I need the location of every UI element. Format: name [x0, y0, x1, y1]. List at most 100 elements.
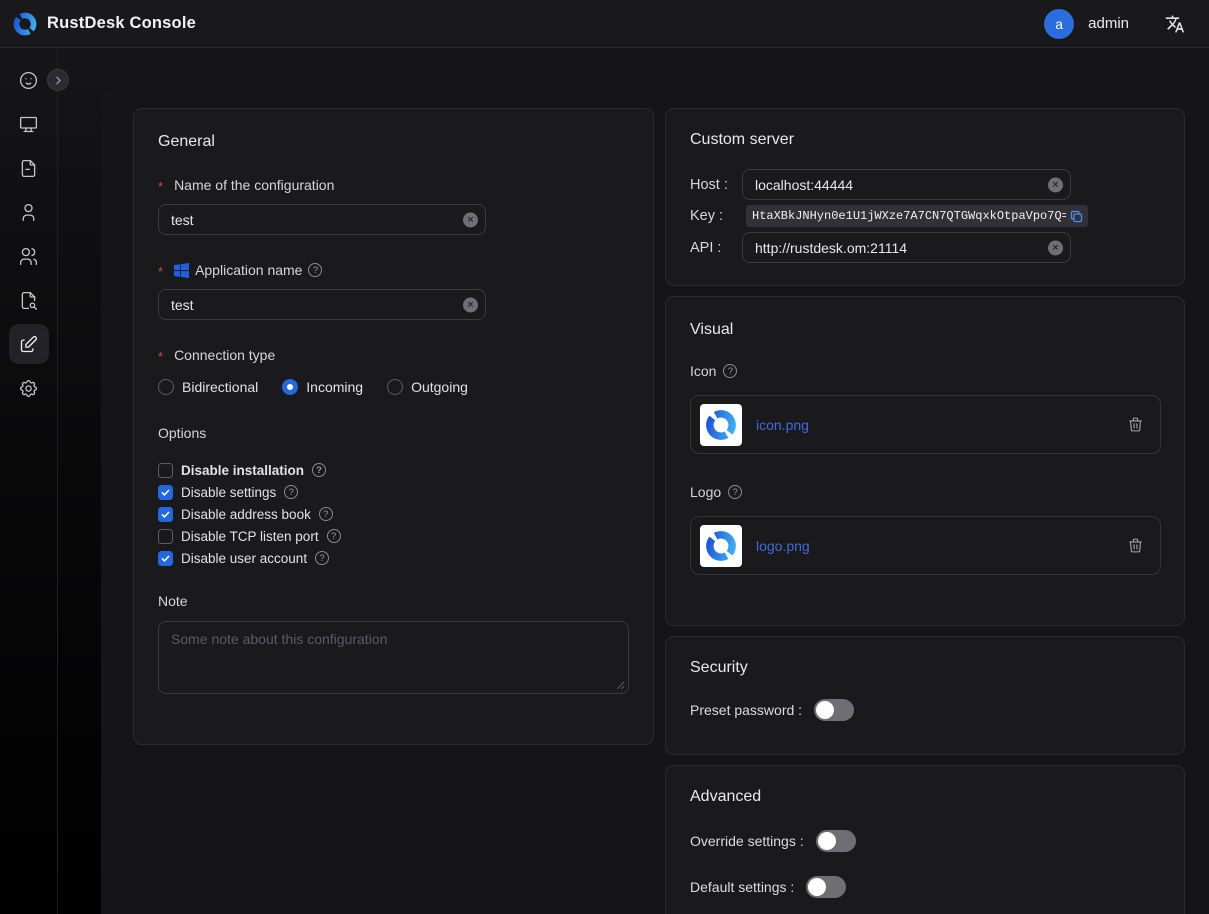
- document-search-icon: [18, 290, 39, 311]
- key-value: HtaXBkJNHyn0e1U1jWXze7A7CN7QTGWqxkOtpaVp…: [752, 209, 1066, 223]
- sidebar-collapse-button[interactable]: [47, 69, 69, 91]
- resize-grip-icon[interactable]: [616, 681, 625, 690]
- options-label: Options: [158, 425, 629, 441]
- clear-icon[interactable]: ✕: [463, 212, 478, 227]
- help-icon[interactable]: ?: [723, 364, 737, 378]
- general-card: General Name of the configuration ✕ Appl…: [133, 108, 654, 745]
- key-row: Key : HtaXBkJNHyn0e1U1jWXze7A7CN7QTGWqxk…: [690, 205, 1160, 227]
- visual-title: Visual: [690, 321, 1160, 339]
- rustdesk-logo-icon: [12, 11, 38, 37]
- toggle-knob: [808, 878, 826, 896]
- api-row: API : ✕: [690, 232, 1160, 263]
- checkbox-icon: [158, 551, 173, 566]
- help-icon[interactable]: ?: [728, 485, 742, 499]
- checkbox-disable-settings[interactable]: Disable settings ?: [158, 481, 629, 503]
- checkbox-label: Disable TCP listen port: [181, 529, 319, 544]
- default-settings-row: Default settings :: [690, 876, 1160, 898]
- checkbox-disable-address-book[interactable]: Disable address book ?: [158, 503, 629, 525]
- radio-label: Outgoing: [411, 379, 468, 395]
- api-label: API :: [690, 240, 742, 256]
- help-icon[interactable]: ?: [284, 485, 298, 499]
- sidebar-item-monitor[interactable]: [9, 104, 49, 144]
- logo-file-link[interactable]: logo.png: [756, 538, 810, 554]
- api-field: ✕: [742, 232, 1071, 263]
- logo-label-row: Logo ?: [690, 484, 1160, 500]
- key-field: HtaXBkJNHyn0e1U1jWXze7A7CN7QTGWqxkOtpaVp…: [746, 205, 1088, 227]
- host-row: Host : ✕: [690, 169, 1160, 200]
- toggle-knob: [818, 832, 836, 850]
- override-settings-row: Override settings :: [690, 830, 1160, 852]
- sidebar-item-document[interactable]: [9, 148, 49, 188]
- config-name-label: Name of the configuration: [158, 177, 629, 193]
- advanced-title: Advanced: [690, 788, 1160, 806]
- brand: RustDesk Console: [12, 11, 196, 37]
- sidebar-item-users[interactable]: [9, 236, 49, 276]
- top-bar: RustDesk Console a admin: [0, 0, 1209, 48]
- note-label: Note: [158, 593, 629, 609]
- radio-label: Bidirectional: [182, 379, 258, 395]
- trash-icon[interactable]: [1127, 416, 1144, 433]
- trash-icon[interactable]: [1127, 537, 1144, 554]
- custom-server-title: Custom server: [690, 131, 1160, 149]
- default-settings-label: Default settings :: [690, 879, 794, 895]
- help-icon[interactable]: ?: [327, 529, 341, 543]
- radio-outgoing[interactable]: Outgoing: [387, 379, 468, 395]
- host-field: ✕: [742, 169, 1071, 200]
- help-icon[interactable]: ?: [312, 463, 326, 477]
- sidebar-item-document-search[interactable]: [9, 280, 49, 320]
- radio-incoming[interactable]: Incoming: [282, 379, 363, 395]
- checkbox-disable-user-account[interactable]: Disable user account ?: [158, 547, 629, 569]
- override-settings-label: Override settings :: [690, 833, 804, 849]
- api-input[interactable]: [742, 232, 1071, 263]
- logo-thumbnail: [700, 525, 742, 567]
- clear-icon[interactable]: ✕: [463, 297, 478, 312]
- app-name-label-row: Application name ?: [158, 262, 629, 278]
- override-settings-toggle[interactable]: [816, 830, 856, 852]
- checkbox-icon: [158, 529, 173, 544]
- radio-icon: [282, 379, 298, 395]
- translate-icon[interactable]: [1165, 14, 1185, 34]
- chevron-right-icon: [52, 74, 65, 87]
- help-icon[interactable]: ?: [319, 507, 333, 521]
- default-settings-toggle[interactable]: [806, 876, 846, 898]
- preset-password-label: Preset password :: [690, 702, 802, 718]
- host-input[interactable]: [742, 169, 1071, 200]
- icon-file-link[interactable]: icon.png: [756, 417, 809, 433]
- icon-label: Icon: [690, 363, 716, 379]
- logo-label: Logo: [690, 484, 721, 500]
- sidebar-item-settings[interactable]: [9, 368, 49, 408]
- radio-bidirectional[interactable]: Bidirectional: [158, 379, 258, 395]
- sidebar: [0, 48, 58, 914]
- app-name-label: Application name: [195, 262, 302, 278]
- app-name-input[interactable]: [158, 289, 486, 320]
- help-icon[interactable]: ?: [315, 551, 329, 565]
- key-label: Key :: [690, 208, 742, 224]
- icon-file-row: icon.png: [690, 395, 1161, 454]
- windows-logo-icon: [174, 263, 189, 278]
- sidebar-item-smiley[interactable]: [9, 60, 49, 100]
- avatar[interactable]: a: [1044, 9, 1074, 39]
- checkbox-icon: [158, 485, 173, 500]
- edit-icon: [18, 334, 39, 355]
- app-title: RustDesk Console: [47, 14, 196, 33]
- smiley-icon: [18, 70, 39, 91]
- host-label: Host :: [690, 177, 742, 193]
- visual-card: Visual Icon ? icon.png Logo: [665, 296, 1185, 626]
- config-name-input[interactable]: [158, 204, 486, 235]
- custom-server-card: Custom server Host : ✕ Key : HtaXBkJNHyn…: [665, 108, 1185, 286]
- checkbox-label: Disable address book: [181, 507, 311, 522]
- note-field: [158, 621, 629, 694]
- note-textarea[interactable]: [158, 621, 629, 694]
- users-icon: [18, 246, 39, 267]
- help-icon[interactable]: ?: [308, 263, 322, 277]
- checkbox-disable-installation[interactable]: Disable installation ?: [158, 459, 629, 481]
- clear-icon[interactable]: ✕: [1048, 177, 1063, 192]
- sidebar-item-edit[interactable]: [9, 324, 49, 364]
- config-name-field: ✕: [158, 204, 486, 235]
- checkbox-disable-tcp-listen-port[interactable]: Disable TCP listen port ?: [158, 525, 629, 547]
- copy-icon[interactable]: [1069, 209, 1084, 224]
- clear-icon[interactable]: ✕: [1048, 240, 1063, 255]
- username[interactable]: admin: [1088, 15, 1129, 32]
- preset-password-toggle[interactable]: [814, 699, 854, 721]
- sidebar-item-user[interactable]: [9, 192, 49, 232]
